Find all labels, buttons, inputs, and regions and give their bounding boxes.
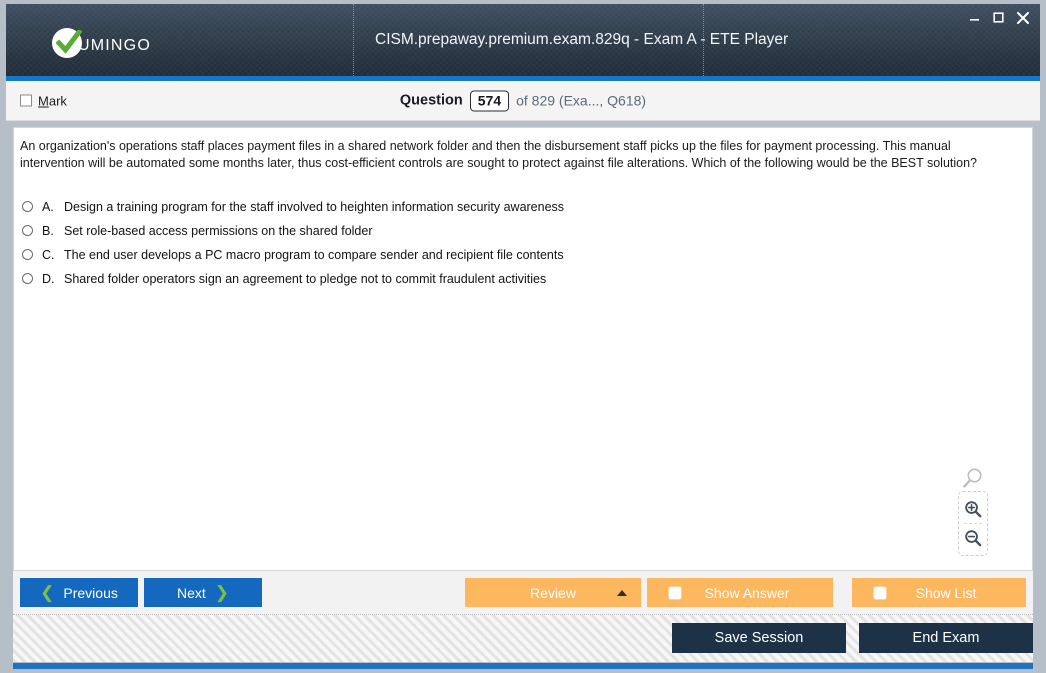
question-header-bar: Mark Question 574 of 829 (Exa..., Q618) xyxy=(6,81,1040,121)
chevron-up-icon xyxy=(617,589,627,596)
previous-button[interactable]: ❮ Previous xyxy=(20,578,138,607)
list-icon xyxy=(874,586,886,599)
option-letter: D. xyxy=(42,272,55,286)
radio-icon[interactable] xyxy=(22,249,33,260)
status-bar: Save Session End Exam xyxy=(13,615,1033,662)
answer-sheet-icon xyxy=(669,586,681,599)
next-button-label: Next xyxy=(176,584,206,601)
question-counter-label: Question xyxy=(399,92,463,109)
mark-checkbox-box[interactable] xyxy=(20,94,32,107)
question-content-panel: An organization's operations staff place… xyxy=(13,127,1033,571)
zoom-in-icon xyxy=(965,501,982,518)
option-text: Shared folder operators sign an agreemen… xyxy=(64,272,547,286)
vumingo-logo: UMINGO xyxy=(52,26,151,60)
window-controls xyxy=(967,10,1030,25)
title-bar: UMINGO CISM.prepaway.premium.exam.829q -… xyxy=(6,4,1040,76)
zoom-out-button[interactable] xyxy=(959,525,987,551)
previous-button-label: Previous xyxy=(63,584,118,601)
next-button[interactable]: Next ❯ xyxy=(144,578,262,607)
window-title: CISM.prepaway.premium.exam.829q - Exam A… xyxy=(375,31,789,48)
logo-wordmark: UMINGO xyxy=(78,37,151,54)
option-text: Design a training program for the staff … xyxy=(64,200,565,214)
show-answer-button[interactable]: Show Answer xyxy=(647,578,833,607)
show-list-button[interactable]: Show List xyxy=(852,578,1026,607)
option-letter: C. xyxy=(42,248,55,262)
question-number-field[interactable]: 574 xyxy=(469,89,510,112)
option-letter: A. xyxy=(42,200,54,214)
question-counter-suffix: of 829 (Exa..., Q618) xyxy=(516,92,647,109)
show-list-button-label: Show List xyxy=(915,584,977,601)
zoom-controls-panel xyxy=(958,491,988,556)
answer-options-list: A. Design a training program for the sta… xyxy=(22,196,1018,292)
answer-option-c[interactable]: C. The end user develops a PC macro prog… xyxy=(22,244,1018,268)
save-session-button[interactable]: Save Session xyxy=(672,623,846,653)
zoom-in-button[interactable] xyxy=(959,496,987,522)
radio-icon[interactable] xyxy=(22,273,33,284)
answer-option-b[interactable]: B. Set role-based access permissions on … xyxy=(22,220,1018,244)
footer-accent-bar xyxy=(13,663,1033,669)
radio-icon[interactable] xyxy=(22,201,33,212)
minimize-icon[interactable] xyxy=(967,10,982,25)
checkmark-icon xyxy=(56,30,82,54)
option-text: Set role-based access permissions on the… xyxy=(64,224,373,238)
question-counter: Question 574 of 829 (Exa..., Q618) xyxy=(6,89,1040,112)
answer-option-a[interactable]: A. Design a training program for the sta… xyxy=(22,196,1018,220)
review-button-label: Review xyxy=(530,584,576,601)
question-text: An organization's operations staff place… xyxy=(20,139,978,170)
logo-circle xyxy=(52,28,82,58)
close-icon[interactable] xyxy=(1015,10,1030,25)
option-text: The end user develops a PC macro program… xyxy=(64,248,564,262)
zoom-controls-separator xyxy=(964,523,982,524)
show-answer-button-label: Show Answer xyxy=(704,584,790,601)
mark-label: Mark xyxy=(38,93,67,108)
maximize-icon[interactable] xyxy=(991,10,1006,25)
answer-option-d[interactable]: D. Shared folder operators sign an agree… xyxy=(22,268,1018,292)
mark-accelerator: M xyxy=(38,93,49,108)
magnifier-icon[interactable] xyxy=(961,466,985,490)
option-letter: B. xyxy=(42,224,54,238)
navigation-toolbar: ❮ Previous Next ❯ Review Show Answer Sho… xyxy=(13,571,1033,615)
mark-label-rest: ark xyxy=(48,93,67,108)
chevron-right-icon: ❯ xyxy=(214,583,230,602)
end-exam-button[interactable]: End Exam xyxy=(859,623,1033,653)
review-button[interactable]: Review xyxy=(465,578,641,607)
zoom-out-icon xyxy=(965,530,982,547)
radio-icon[interactable] xyxy=(22,225,33,236)
chevron-left-icon: ❮ xyxy=(40,583,55,602)
ete-player-window: UMINGO CISM.prepaway.premium.exam.829q -… xyxy=(0,0,1046,673)
mark-checkbox[interactable]: Mark xyxy=(20,93,67,108)
